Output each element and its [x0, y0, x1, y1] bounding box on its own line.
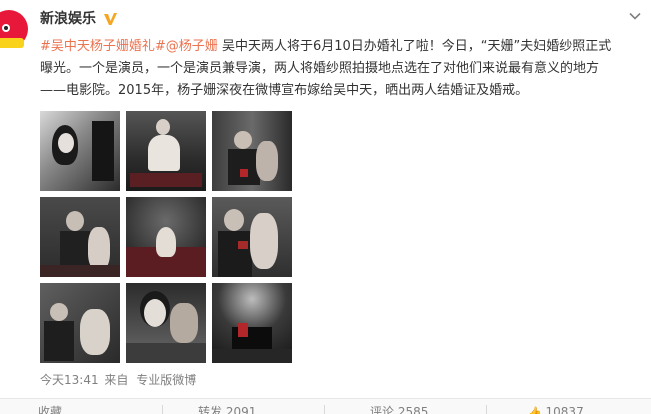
photo-thumbnail[interactable]	[212, 111, 292, 191]
action-divider	[486, 405, 487, 414]
timestamp-link[interactable]: 今天13:41	[40, 372, 99, 388]
photo-grid	[40, 111, 292, 363]
photo-thumbnail[interactable]	[40, 111, 120, 191]
photo-thumbnail[interactable]	[126, 197, 206, 277]
thumbs-up-icon: 👍	[528, 406, 542, 414]
comment-button[interactable]: 评论 2585	[370, 405, 428, 414]
weibo-post-card: 新浪娱乐 #吴中天杨子姗婚礼#@杨子姗 吴中天两人将于6月10日办婚礼了啦！今日…	[0, 0, 651, 414]
action-divider	[162, 405, 163, 414]
action-divider	[324, 405, 325, 414]
chevron-down-icon[interactable]	[628, 8, 642, 22]
post-meta: 今天13:41 来自 专业版微博	[40, 372, 196, 388]
mention-link[interactable]: @杨子姗	[166, 39, 218, 54]
post-text: #吴中天杨子姗婚礼#@杨子姗 吴中天两人将于6月10日办婚礼了啦！今日，“天姗”…	[40, 36, 640, 102]
photo-thumbnail[interactable]	[126, 111, 206, 191]
photo-thumbnail[interactable]	[212, 197, 292, 277]
avatar-ribbon	[0, 38, 24, 48]
post-body-line-1: 吴中天两人将于6月10日办婚礼了啦！今日，“天姗”夫妇婚纱照正式	[221, 39, 612, 54]
username-link[interactable]: 新浪娱乐	[40, 9, 96, 29]
post-body-line-3: ——电影院。2015年，杨子姗深夜在微博宣布嫁给吴中天，晒出两人结婚证及婚戒。	[40, 83, 529, 98]
photo-thumbnail[interactable]	[126, 283, 206, 363]
verified-v-icon	[102, 11, 118, 27]
post-body-line-2: 曝光。一个是演员，一个是演员兼导演，两人将婚纱照拍摄地点选在了对他们来说最有意义…	[40, 61, 600, 76]
photo-thumbnail[interactable]	[40, 197, 120, 277]
source-link[interactable]: 专业版微博	[136, 372, 196, 388]
photo-thumbnail[interactable]	[40, 283, 120, 363]
favorite-button[interactable]: 收藏	[38, 405, 62, 414]
like-count: 10837	[545, 405, 584, 414]
repost-button[interactable]: 转发 2091	[198, 405, 256, 414]
post-header: 新浪娱乐	[40, 9, 118, 29]
photo-thumbnail[interactable]	[212, 283, 292, 363]
action-bar: 收藏 转发 2091 评论 2585 👍 10837	[0, 398, 651, 414]
like-button[interactable]: 👍 10837	[528, 405, 584, 414]
source-prefix: 来自	[104, 373, 129, 387]
hashtag-link[interactable]: #吴中天杨子姗婚礼#	[40, 39, 166, 54]
avatar-eye-right	[2, 24, 10, 32]
avatar[interactable]	[0, 8, 30, 52]
